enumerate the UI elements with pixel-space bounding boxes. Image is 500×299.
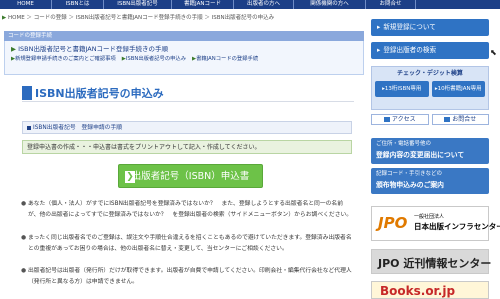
breadcrumb-separator-icon: ＞ — [204, 15, 210, 21]
procedure-link[interactable]: ▶ ISBN出版者記号と書籍JANコード登録手続きの手順 — [11, 44, 357, 54]
breadcrumb-arrow-icon: ▶ — [2, 15, 7, 21]
paragraph-3: ● 出版者記号は出版者（発行所）だけが取得できます。出版者が自費で申請してくださ… — [21, 266, 353, 287]
check-digit-panel: チェック・デジット検算 ▸13桁ISBN専用 ▸10桁書籍JAN専用 — [371, 66, 489, 110]
nav-related-orgs[interactable]: 関係機関の方へ — [294, 0, 366, 9]
breadcrumb-separator-icon: ＞ — [68, 15, 74, 21]
paragraph-3-text: 出版者記号は出版者（発行所）だけが取得できます。出版者が自費で申請してください。… — [28, 268, 352, 285]
application-form-button[interactable]: ❯ 出版者記号（ISBN）申込書 — [118, 164, 263, 188]
bullet-icon: ● — [21, 235, 27, 241]
change-registration-sub: ご住所・電話番号他の — [376, 141, 432, 147]
isbn13-check-label: 13桁ISBN専用 — [384, 86, 422, 92]
triangle-icon: ▶ — [11, 45, 16, 53]
sub-link-jan-label: 書籍JANコードの登録手続 — [196, 56, 259, 62]
building-icon — [383, 117, 390, 122]
jpo-kinkan-banner[interactable]: JPO 近刊情報センター — [371, 249, 492, 274]
sub-link-guide-label: 新規登録申請手続きのご案内とご確認事項 — [15, 56, 116, 62]
paragraph-1: ● あなた（個人・法人）がすでにISBN出版者記号を登録済みではないか？ また、… — [21, 199, 353, 220]
isbn10-check-label: 10桁書籍JAN専用 — [437, 86, 482, 92]
nav-about-isbn[interactable]: ISBNとは — [52, 0, 104, 9]
sub-links: ▶新規登録申請手続きのご案内とご確認事項 ▶ISBN出版者記号の申込み ▶書籍J… — [11, 54, 357, 64]
paragraph-2: ● まったく同じ出版者名でのご登録は、誤注文や手順仕合違えるを招くこともあるので… — [21, 233, 353, 254]
paragraph-1-text: あなた（個人・法人）がすでにISBN出版者記号を登録済みではないか？ また、登録… — [28, 201, 353, 218]
sub-link-guide[interactable]: ▶新規登録申請手続きのご案内とご確認事項 — [11, 54, 116, 64]
jpo-org-name: 日本出版インフラセンター — [414, 222, 500, 231]
distribution-order-sub: 記録コード・手引きなどの — [376, 171, 443, 177]
mail-icon — [444, 117, 451, 122]
jpo-banner[interactable]: JPO 一般社団法人 日本出版インフラセンター — [371, 206, 500, 241]
new-registration-label: 新規登録について — [383, 23, 436, 31]
check-digit-title: チェック・デジット検算 — [397, 70, 463, 77]
search-publisher-button[interactable]: ▸ 登録出版者の検索 — [371, 42, 489, 59]
square-bullet-icon — [27, 125, 31, 130]
jpo-logo: JPO — [378, 214, 408, 232]
sub-link-apply-label: ISBN出版者記号の申込み — [125, 56, 187, 62]
books-label: Books.or.jp — [380, 284, 456, 298]
step-heading: ISBN出版者記号 登録申請の手順 — [22, 121, 352, 134]
isbn13-check-button[interactable]: ▸13桁ISBN専用 — [375, 81, 429, 97]
contact-button[interactable]: お問合せ — [431, 114, 489, 125]
new-registration-button[interactable]: ▸ 新規登録について — [371, 19, 489, 36]
procedure-link-label: ISBN出版者記号と書籍JANコード登録手続きの手順 — [18, 45, 169, 53]
bullet-icon: ● — [21, 268, 27, 274]
sub-link-jan[interactable]: ▶書籍JANコードの登録手続 — [192, 54, 258, 64]
jpo-kinkan-label: JPO 近刊情報センター — [378, 257, 492, 270]
page-title-row: ISBN出版者記号の申込み — [22, 85, 164, 101]
nav-for-publishers[interactable]: 出版者の方へ — [234, 0, 294, 9]
page-title: ISBN出版者記号の申込み — [35, 87, 164, 100]
access-contact-row: アクセス お問合せ — [371, 114, 489, 125]
nav-home[interactable]: HOME — [0, 0, 52, 9]
main-content: コードの登録手続 ▶ ISBN出版者記号と書籍JANコード登録手続きの手順 ▶新… — [4, 31, 364, 75]
books-banner[interactable]: Books.or.jp — [371, 281, 489, 299]
chevron-right-icon: ❯ — [125, 171, 135, 183]
chevron-right-icon: ▸ — [377, 46, 381, 54]
paragraph-2-text: まったく同じ出版者名でのご登録は、誤注文や手順仕合違えるを招くこともあるので避け… — [28, 235, 352, 252]
nav-jan-code[interactable]: 書籍JANコード — [172, 0, 234, 9]
nav-contact[interactable]: お問合せ — [366, 0, 416, 9]
title-bar-icon — [22, 86, 32, 100]
instruction-note: 登録申込書の作成・・・申込書は書式をプリントアウトして記入・作成してください。 — [22, 140, 352, 154]
breadcrumb-current: ISBN出版者記号の申込み — [211, 15, 275, 21]
distribution-order-label: 頒布物申込みのご案内 — [376, 181, 444, 189]
access-label: アクセス — [391, 116, 416, 123]
breadcrumb-home[interactable]: HOME — [8, 15, 25, 21]
step-heading-label: ISBN出版者記号 登録申請の手順 — [33, 125, 123, 131]
access-button[interactable]: アクセス — [371, 114, 429, 125]
breadcrumb-procedure[interactable]: ISBN出版者記号と書籍JANコード登録手続きの手順 — [76, 15, 203, 21]
breadcrumb-registration[interactable]: コードの登録 — [34, 15, 67, 21]
chevron-right-icon: ▸ — [377, 23, 381, 31]
application-form-button-label: 出版者記号（ISBN）申込書 — [131, 171, 250, 182]
breadcrumb-separator-icon: ＞ — [26, 15, 32, 21]
jpo-org-type: 一般社団法人 — [414, 214, 445, 220]
change-registration-button[interactable]: ご住所・電話番号他の 登録内容の変更届出について — [371, 138, 489, 164]
panel-title: コードの登録手続 — [4, 31, 364, 41]
isbn10-check-button[interactable]: ▸10桁書籍JAN専用 — [431, 81, 485, 97]
title-divider — [22, 101, 354, 102]
change-registration-label: 登録内容の変更届出について — [376, 151, 465, 159]
bullet-icon: ● — [21, 201, 27, 207]
search-publisher-label: 登録出版者の検索 — [383, 46, 437, 54]
contact-label: お問合せ — [452, 116, 477, 123]
procedure-panel: ▶ ISBN出版者記号と書籍JANコード登録手続きの手順 ▶新規登録申請手続きの… — [4, 41, 364, 75]
top-navigation: HOME ISBNとは ISBN出版者記号 書籍JANコード 出版者の方へ 関係… — [0, 0, 500, 9]
mouse-cursor-icon: ⬉ — [490, 48, 497, 57]
sub-link-apply[interactable]: ▶ISBN出版者記号の申込み — [122, 54, 186, 64]
nav-isbn-publisher[interactable]: ISBN出版者記号 — [104, 0, 172, 9]
distribution-order-button[interactable]: 記録コード・手引きなどの 頒布物申込みのご案内 — [371, 168, 489, 194]
breadcrumb: ▶ HOME ＞ コードの登録 ＞ ISBN出版者記号と書籍JANコード登録手続… — [0, 13, 368, 24]
